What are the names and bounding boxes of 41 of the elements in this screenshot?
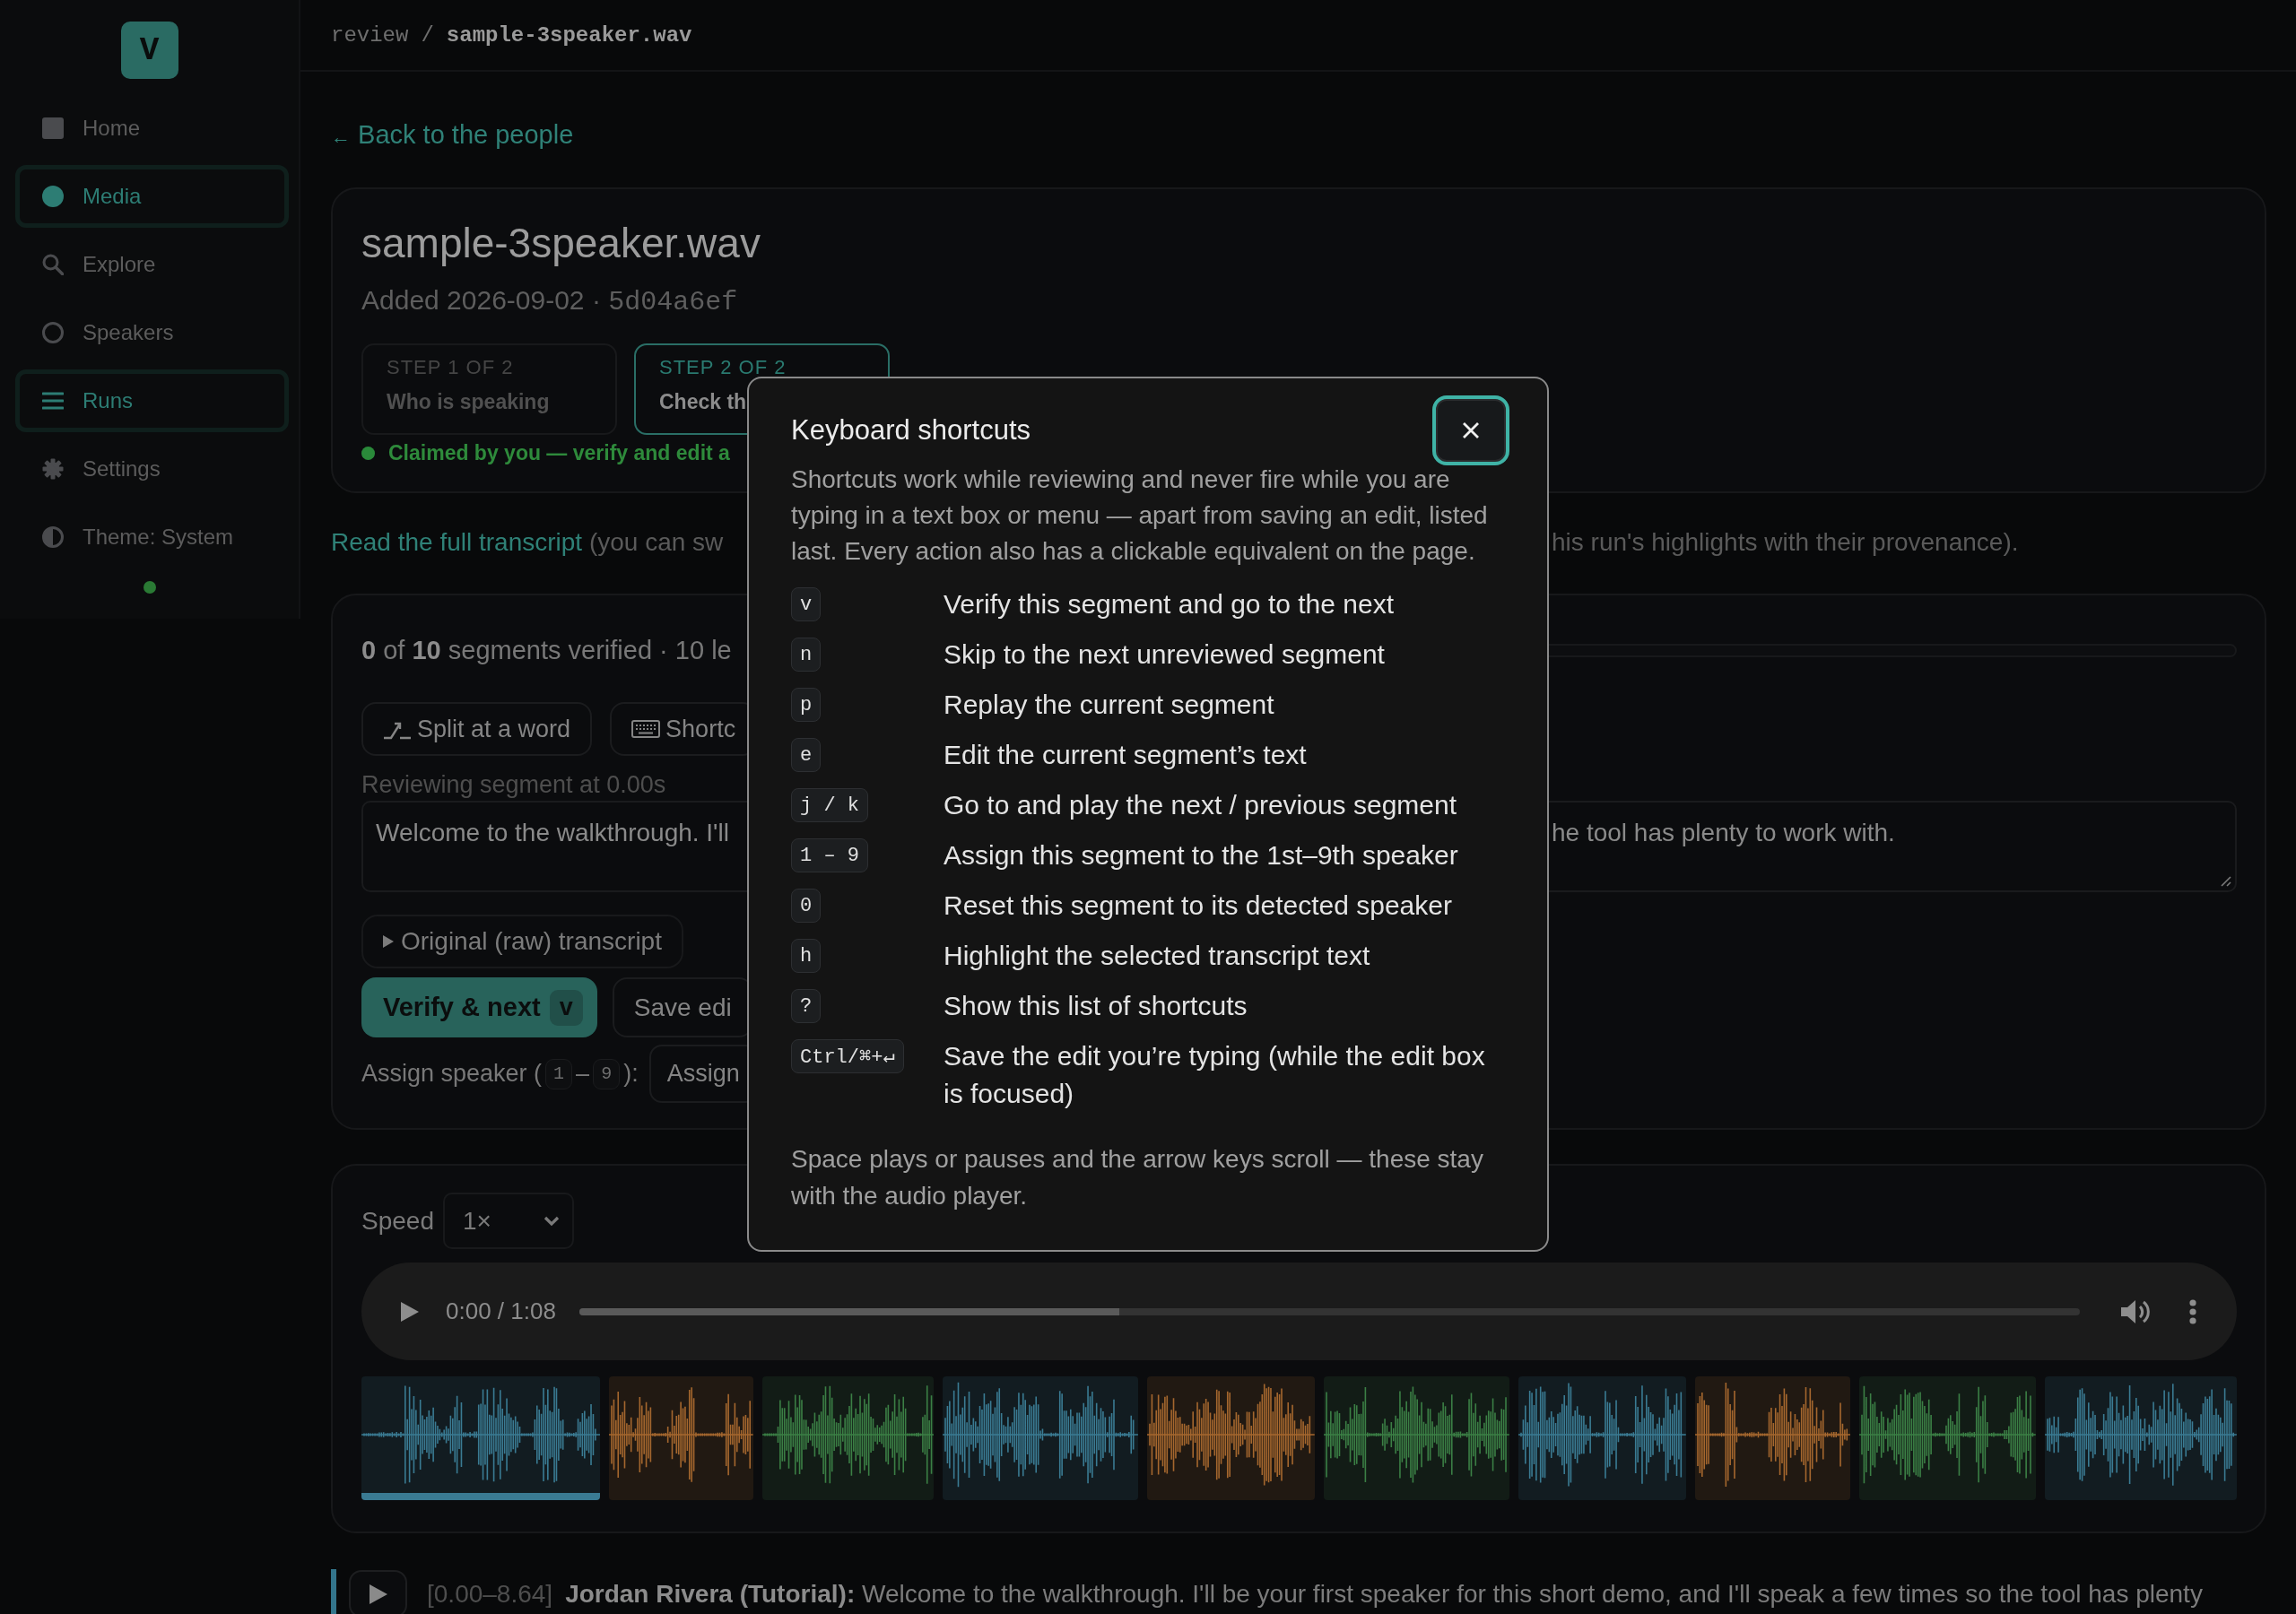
dialog-footnote: Space plays or pauses and the arrow keys scroll — these stay with the audio player.	[791, 1144, 1484, 1211]
breadcrumb-separator: /	[421, 22, 434, 48]
transcript-note: his run's highlights with their provenance).	[1552, 527, 2019, 558]
assign-speaker-label: ):	[623, 1060, 639, 1088]
key-hint: h	[791, 939, 822, 973]
segment-label: Reviewing segment at 0.00s	[361, 770, 666, 799]
segment-time: [0.00–8.64]	[427, 1579, 553, 1609]
media-title: sample-3speaker.wav	[361, 219, 761, 268]
transcript-note: Read the full transcript (you can sw	[331, 527, 724, 558]
speed-label: Speed	[361, 1206, 434, 1236]
key-hint: e	[791, 738, 822, 772]
dialog-title: Keyboard shortcuts	[791, 414, 1031, 447]
shortcut-description: Show this list of shortcuts	[944, 990, 1248, 1022]
progress-summary: 0 of 10 segments verified · 10 le	[361, 635, 732, 665]
claim-status: Claimed by you — verify and edit a	[388, 440, 730, 465]
key-hint: 1	[545, 1058, 573, 1089]
dialog-description: Shortcuts work while reviewing and never fire while you are typing in a text box or menu — apart from saving an edit, listed last. Every action also has a clickable equivalent on the page.	[791, 464, 1489, 567]
key-hint: p	[791, 688, 822, 722]
key-hint: Ctrl/⌘+↵	[791, 1039, 904, 1073]
shortcut-description: Edit the current segment’s text	[944, 739, 1308, 771]
playback-time: 0:00 / 1:08	[446, 1297, 556, 1325]
transcript-line: Jordan Rivera (Tutorial): Welcome to the walkthrough. I'll be your first speaker for this short demo, and I'll speak a few times so the tool has plenty	[565, 1579, 2203, 1609]
key-hint: v	[791, 587, 822, 621]
shortcut-description: Assign this segment to the 1st–9th speaker	[944, 839, 1459, 872]
media-meta: Added 2026-09-02 · 5d04a6ef	[361, 284, 738, 319]
shortcut-description: Reset this segment to its detected speaker	[944, 889, 1453, 922]
key-hint: 1 – 9	[791, 838, 868, 872]
shortcut-description: Verify this segment and go to the next	[944, 588, 1395, 620]
key-hint: j / k	[791, 788, 868, 822]
shortcut-description: Save the edit you’re typing (while the edit box is focused)	[944, 1040, 1486, 1110]
key-hint: n	[791, 638, 822, 672]
key-hint: 9	[593, 1058, 621, 1089]
shortcut-description: Highlight the selected transcript text	[944, 940, 1371, 972]
breadcrumb-current: sample-3speaker.wav	[446, 22, 692, 48]
shortcut-description: Skip to the next unreviewed segment	[944, 638, 1386, 671]
shortcut-description: Replay the current segment	[944, 689, 1275, 721]
key-hint: ?	[791, 989, 822, 1023]
key-hint: 0	[791, 889, 822, 923]
assign-speaker-label: Assign speaker (	[361, 1060, 543, 1088]
range-dash: –	[576, 1060, 590, 1088]
key-hint: v	[549, 989, 583, 1026]
